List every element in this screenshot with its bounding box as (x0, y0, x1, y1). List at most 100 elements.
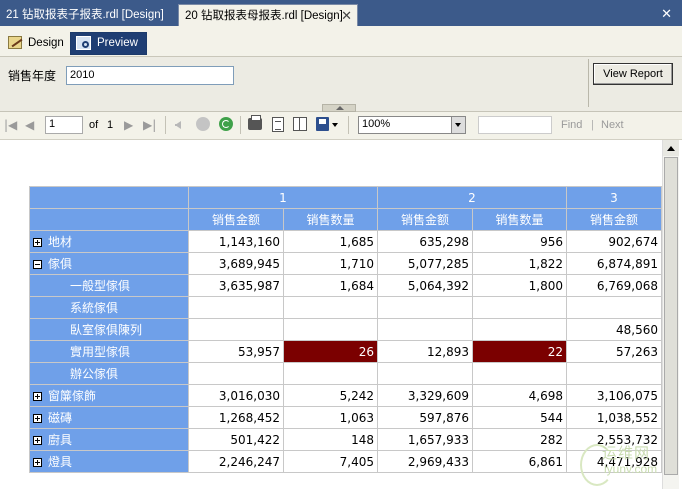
collapse-parameters-handle[interactable] (322, 104, 356, 112)
value-cell: 501,422 (188, 428, 284, 451)
value-cell: 3,635,987 (188, 274, 284, 297)
row-header-label: 廚具 (48, 433, 73, 447)
value-cell: 3,016,030 (188, 384, 284, 407)
tab-child-report-design[interactable]: 21 钻取报表子报表.rdl [Design] (0, 4, 170, 26)
expand-icon[interactable] (33, 458, 42, 467)
tab-design[interactable]: Design (6, 33, 64, 53)
row-header-label: 窗簾傢飾 (48, 389, 97, 403)
value-cell (472, 296, 567, 319)
row-header[interactable]: 廚具 (29, 428, 189, 451)
preview-icon (76, 36, 91, 50)
drillthrough-cell[interactable]: 22 (472, 340, 567, 363)
row-header: 系統傢俱 (29, 296, 189, 319)
value-cell: 1,657,933 (377, 428, 473, 451)
value-cell: 597,876 (377, 406, 473, 429)
collapse-icon[interactable] (33, 260, 42, 269)
value-cell (283, 296, 378, 319)
zoom-value: 100% (362, 118, 391, 130)
tab-parent-report-design[interactable]: 20 钻取报表母报表.rdl [Design] ✕ (178, 4, 358, 26)
stop-icon[interactable] (196, 117, 210, 131)
corner-cell (29, 186, 189, 209)
table-row: 辦公傢俱 (29, 362, 662, 385)
previous-page-icon[interactable]: ◀ (25, 117, 34, 133)
row-header[interactable]: 磁磚 (29, 406, 189, 429)
vertical-scrollbar[interactable] (662, 140, 679, 489)
sales-matrix: 1 2 3 销售金额 销售数量 销售金额 销售数量 销售金额 地材 1,143,160 1,685 6… (29, 186, 662, 473)
row-header-label: 傢俱 (48, 257, 73, 271)
value-cell: 956 (472, 230, 567, 253)
row-header[interactable]: 燈具 (29, 450, 189, 473)
find-divider: | (591, 119, 594, 131)
value-cell: 5,242 (283, 384, 378, 407)
value-cell: 6,861 (472, 450, 567, 473)
find-next-button[interactable]: Next (601, 117, 624, 133)
toolbar-separator (348, 116, 349, 134)
view-report-button[interactable]: View Report (593, 63, 673, 85)
value-cell (188, 318, 284, 341)
value-cell (472, 318, 567, 341)
print-icon[interactable] (248, 115, 262, 130)
report-toolbar: |◀ ◀ 1 of 1 ▶ ▶| 100% Find | Next (0, 112, 682, 140)
chevron-down-icon[interactable] (451, 117, 465, 133)
export-dropdown-icon[interactable] (332, 123, 338, 127)
value-cell: 12,893 (377, 340, 473, 363)
first-page-icon[interactable]: |◀ (4, 117, 17, 133)
tab-close-icon[interactable]: ✕ (341, 5, 352, 27)
expand-icon[interactable] (33, 238, 42, 247)
value-cell: 635,298 (377, 230, 473, 253)
report-canvas: 1 2 3 销售金额 销售数量 销售金额 销售数量 销售金额 地材 1,143,160 1,685 6… (0, 140, 662, 489)
current-page-input[interactable]: 1 (45, 116, 83, 134)
back-to-parent-icon[interactable] (175, 121, 181, 129)
view-mode-tabs: Design Preview (0, 26, 682, 57)
value-cell: 2,246,247 (188, 450, 284, 473)
page-setup-icon[interactable] (293, 117, 307, 131)
table-row: 廚具 501,422 148 1,657,933 282 2,553,732 (29, 428, 662, 451)
value-cell (566, 296, 662, 319)
value-cell: 5,064,392 (377, 274, 473, 297)
sales-year-input[interactable]: 2010 (66, 66, 234, 85)
toolbar-separator (165, 116, 166, 134)
row-header[interactable]: 傢俱 (29, 252, 189, 275)
value-cell: 1,038,552 (566, 406, 662, 429)
scrollbar-thumb[interactable] (664, 157, 678, 475)
print-layout-icon[interactable] (272, 117, 284, 132)
column-group-header: 2 (377, 186, 567, 209)
find-button[interactable]: Find (561, 117, 582, 133)
value-cell: 1,063 (283, 406, 378, 429)
window-close-icon[interactable]: ✕ (661, 7, 672, 22)
find-input[interactable] (478, 116, 552, 134)
row-header[interactable]: 窗簾傢飾 (29, 384, 189, 407)
scroll-up-icon[interactable] (663, 140, 679, 156)
toolbar-separator (240, 116, 241, 134)
table-row: 系統傢俱 (29, 296, 662, 319)
document-tab-strip: 21 钻取报表子报表.rdl [Design] 20 钻取报表母报表.rdl [… (0, 0, 682, 26)
value-cell: 6,874,891 (566, 252, 662, 275)
table-row: 實用型傢俱 53,957 26 12,893 22 57,263 (29, 340, 662, 363)
value-cell: 3,329,609 (377, 384, 473, 407)
drillthrough-cell[interactable]: 26 (283, 340, 378, 363)
row-header[interactable]: 地材 (29, 230, 189, 253)
value-cell (283, 318, 378, 341)
expand-icon[interactable] (33, 392, 42, 401)
value-cell: 902,674 (566, 230, 662, 253)
value-cell: 1,685 (283, 230, 378, 253)
value-cell: 282 (472, 428, 567, 451)
row-header-label: 系統傢俱 (70, 301, 119, 315)
table-row: 臥室傢俱陳列 48,560 (29, 318, 662, 341)
expand-icon[interactable] (33, 436, 42, 445)
refresh-icon[interactable] (219, 117, 233, 131)
parameter-divider (588, 59, 589, 107)
value-cell: 1,684 (283, 274, 378, 297)
value-cell: 148 (283, 428, 378, 451)
tab-preview[interactable]: Preview (70, 32, 147, 55)
next-page-icon[interactable]: ▶ (124, 117, 133, 133)
last-page-icon[interactable]: ▶| (143, 117, 156, 133)
row-header-label: 辦公傢俱 (70, 367, 119, 381)
expand-icon[interactable] (33, 414, 42, 423)
export-icon[interactable] (316, 117, 329, 131)
measure-header: 销售金额 (377, 208, 473, 231)
value-cell: 1,710 (283, 252, 378, 275)
value-cell (188, 362, 284, 385)
value-cell: 1,800 (472, 274, 567, 297)
zoom-select[interactable]: 100% (358, 116, 466, 134)
